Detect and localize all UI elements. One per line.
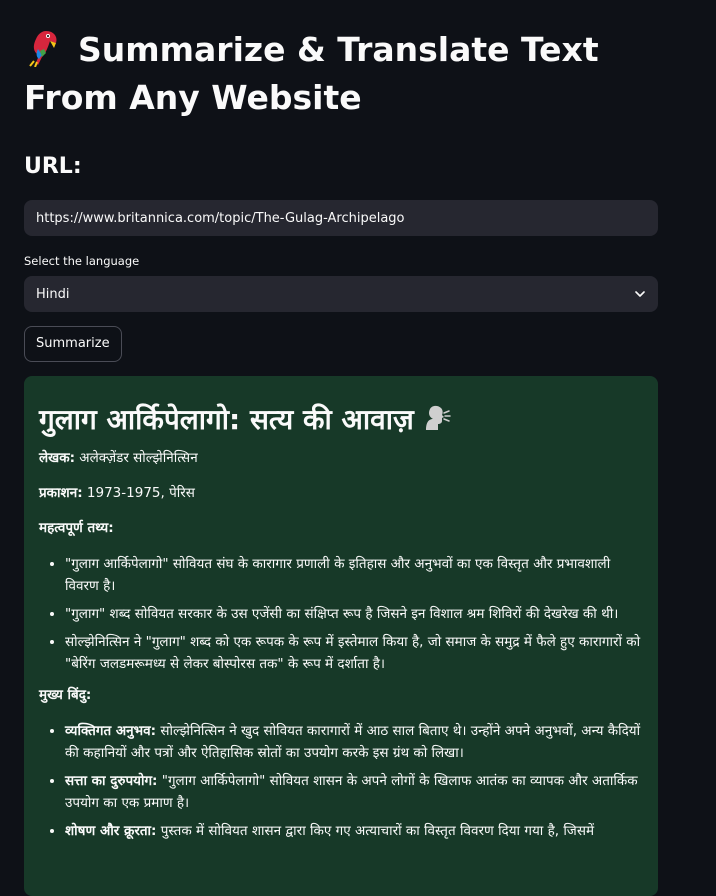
facts-heading-text: महत्वपूर्ण तथ्य: xyxy=(39,520,114,536)
publication-value: 1973-1975, पेरिस xyxy=(82,485,195,501)
publication-key: प्रकाशन: xyxy=(39,485,83,501)
point-text: पुस्तक में सोवियत शासन द्वारा किए गए अत्… xyxy=(156,823,595,839)
publication-line: प्रकाशन: 1973-1975, पेरिस xyxy=(39,483,643,504)
facts-list: "गुलाग आर्किपेलागो" सोवियत संघ के कारागा… xyxy=(39,553,643,675)
list-item: "गुलाग" शब्द सोवियत सरकार के उस एजेंसी क… xyxy=(65,603,643,625)
parrot-icon xyxy=(29,31,57,67)
summary-heading: गुलाग आर्किपेलागो: सत्य की आवाज़ xyxy=(39,402,643,438)
author-key: लेखक: xyxy=(39,450,75,466)
point-key: व्यक्तिगत अनुभव: xyxy=(65,723,157,739)
facts-heading: महत्वपूर्ण तथ्य: xyxy=(39,518,643,539)
url-label: URL: xyxy=(24,154,82,179)
list-item: सत्ता का दुरुपयोग: "गुलाग आर्किपेलागो" स… xyxy=(65,770,643,814)
main-content: Summarize & Translate Text From Any Webs… xyxy=(24,0,658,896)
points-heading-text: मुख्य बिंदु: xyxy=(39,687,92,703)
author-line: लेखक: अलेक्ज़ेंडर सोल्झेनित्सिन xyxy=(39,448,643,469)
language-label: Select the language xyxy=(24,254,140,268)
url-input-value: https://www.britannica.com/topic/The-Gul… xyxy=(36,210,405,226)
list-item: शोषण और क्रूरता: पुस्तक में सोवियत शासन … xyxy=(65,820,643,842)
points-list: व्यक्तिगत अनुभव: सोल्झेनित्सिन ने खुद सो… xyxy=(39,720,643,842)
url-input[interactable]: https://www.britannica.com/topic/The-Gul… xyxy=(24,200,658,236)
point-key: सत्ता का दुरुपयोग: xyxy=(65,773,158,789)
list-item: "गुलाग आर्किपेलागो" सोवियत संघ के कारागा… xyxy=(65,553,643,597)
list-item: व्यक्तिगत अनुभव: सोल्झेनित्सिन ने खुद सो… xyxy=(65,720,643,764)
speaking-head-icon xyxy=(425,405,451,430)
language-select-value: Hindi xyxy=(36,286,70,302)
chevron-down-icon xyxy=(635,291,645,297)
point-key: शोषण और क्रूरता: xyxy=(65,823,157,839)
language-select[interactable]: Hindi xyxy=(24,276,658,312)
title-text: Summarize & Translate Text From Any Webs… xyxy=(24,30,599,117)
summary-heading-text: गुलाग आर्किपेलागो: सत्य की आवाज़ xyxy=(39,403,414,436)
summarize-button[interactable]: Summarize xyxy=(24,326,122,362)
summary-result-box: गुलाग आर्किपेलागो: सत्य की आवाज़ लेखक: अ… xyxy=(24,376,658,896)
list-item: सोल्झेनित्सिन ने "गुलाग" शब्द को एक रूपक… xyxy=(65,631,643,675)
author-value: अलेक्ज़ेंडर सोल्झेनित्सिन xyxy=(74,450,198,466)
points-heading: मुख्य बिंदु: xyxy=(39,685,643,706)
page-title: Summarize & Translate Text From Any Webs… xyxy=(24,26,658,122)
